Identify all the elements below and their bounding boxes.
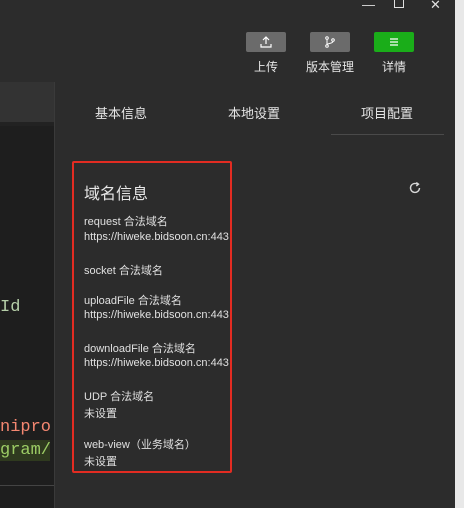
version-management-label: 版本管理 [306, 60, 355, 74]
minimize-button[interactable]: — [362, 0, 375, 12]
refresh-icon [409, 181, 421, 194]
uploadfile-domain-value: https://hiweke.bidsoon.cn:443 [84, 309, 229, 321]
tab-local-settings[interactable]: 本地设置 [228, 103, 280, 122]
minimize-icon: — [362, 0, 375, 12]
menu-icon [390, 38, 398, 46]
socket-domain-label: socket 合法域名 [84, 265, 163, 277]
tab-project-config[interactable]: 项目配置 [361, 103, 413, 122]
uploadfile-domain-label: uploadFile 合法域名 [84, 295, 182, 307]
editor-tab-bar [0, 82, 54, 122]
downloadfile-domain-value: https://hiweke.bidsoon.cn:443 [84, 357, 229, 369]
upload-label: 上传 [254, 60, 279, 74]
request-domain-value: https://hiweke.bidsoon.cn:443 [84, 231, 229, 243]
code-line: nipro [0, 418, 52, 437]
close-icon: ✕ [430, 0, 441, 12]
section-title: 域名信息 [84, 186, 149, 203]
details-button[interactable] [374, 32, 414, 52]
editor-breadcrumb [0, 122, 54, 126]
udp-domain-label: UDP 合法域名 [84, 391, 155, 403]
udp-domain-value: 未设置 [84, 408, 117, 420]
active-tab-underline [331, 134, 444, 135]
upload-icon [260, 36, 272, 48]
upload-button[interactable] [246, 32, 286, 52]
maximize-button[interactable] [394, 0, 404, 8]
code-line: Id [0, 298, 21, 317]
webview-domain-value: 未设置 [84, 456, 117, 468]
webview-domain-label: web-view（业务域名） [84, 439, 196, 451]
details-label: 详情 [382, 60, 407, 74]
downloadfile-domain-label: downloadFile 合法域名 [84, 343, 196, 355]
scrollbar-track[interactable] [455, 0, 464, 508]
refresh-button[interactable] [408, 181, 422, 195]
tab-basic-info[interactable]: 基本信息 [95, 103, 147, 122]
editor-divider [0, 485, 54, 486]
code-line: gram/ [0, 441, 52, 460]
request-domain-label: request 合法域名 [84, 216, 168, 228]
version-management-button[interactable] [310, 32, 350, 52]
branch-icon [325, 36, 335, 48]
close-window-button[interactable]: ✕ [430, 0, 441, 12]
